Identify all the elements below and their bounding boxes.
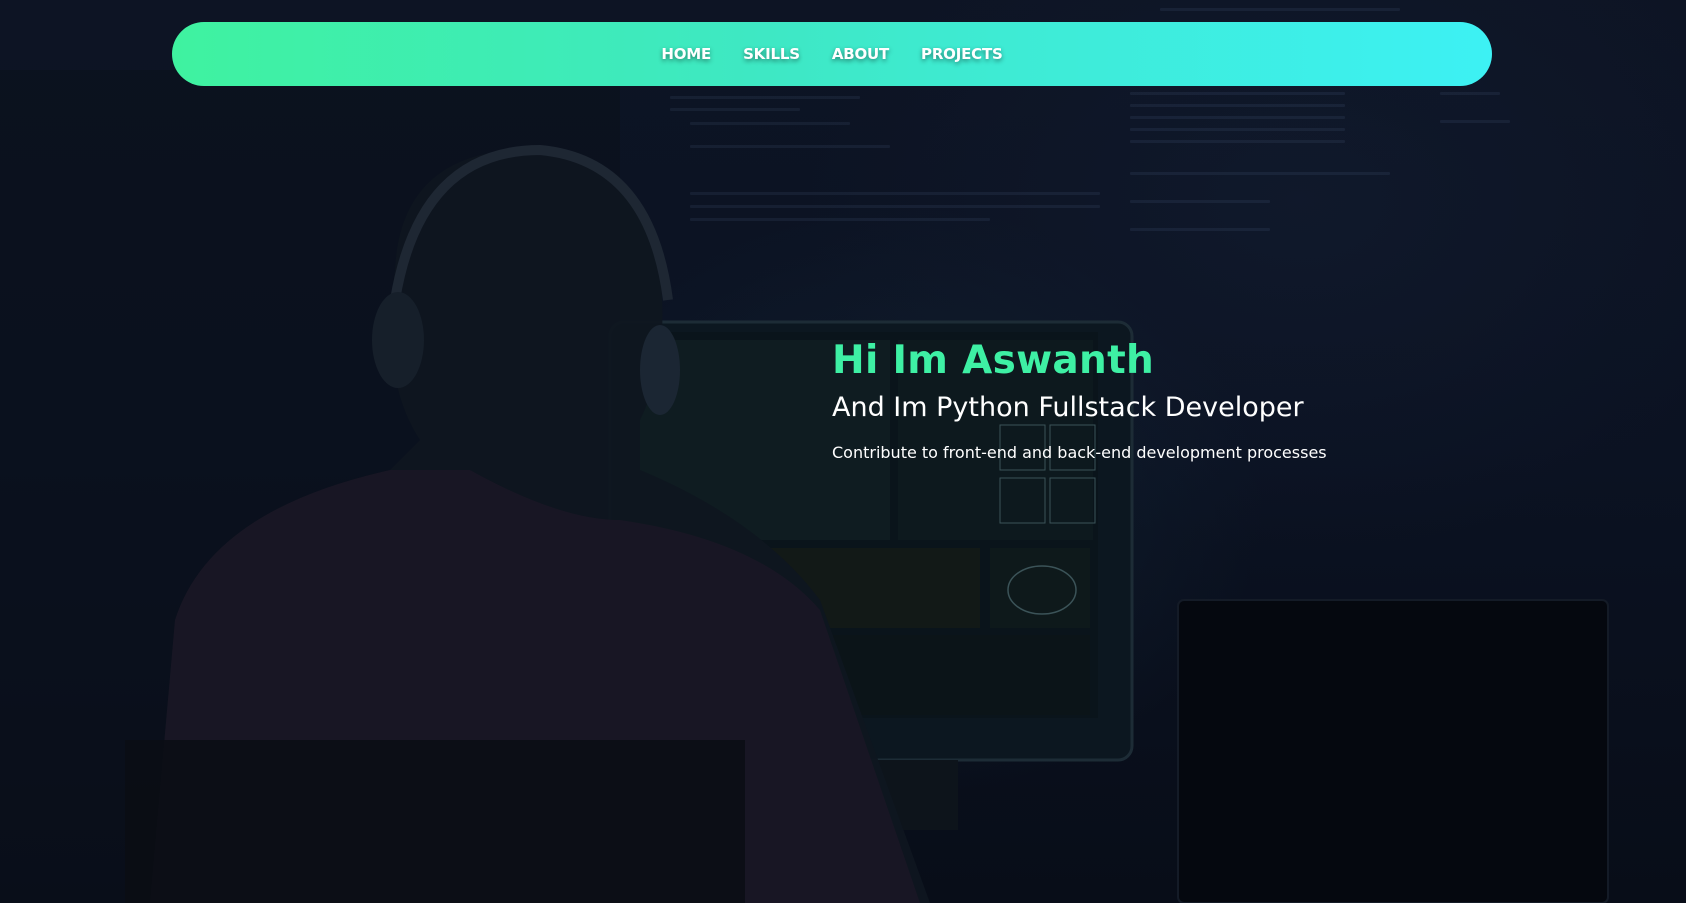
hero-description: Contribute to front-end and back-end dev… [832,443,1327,462]
nav-link-skills[interactable]: SKILLS [743,45,800,63]
hero-greeting: Hi Im Aswanth [832,338,1155,383]
top-navbar: HOME SKILLS ABOUT PROJECTS [172,22,1492,86]
hero-intro: Hi Im Aswanth And Im Python Fullstack De… [832,335,1592,465]
hero-role: And Im Python Fullstack Developer [832,392,1304,423]
nav-link-projects[interactable]: PROJECTS [921,45,1003,63]
nav-link-home[interactable]: HOME [661,45,711,63]
nav-link-about[interactable]: ABOUT [832,45,889,63]
hero-section: HOME SKILLS ABOUT PROJECTS Hi Im Aswanth… [0,0,1686,903]
